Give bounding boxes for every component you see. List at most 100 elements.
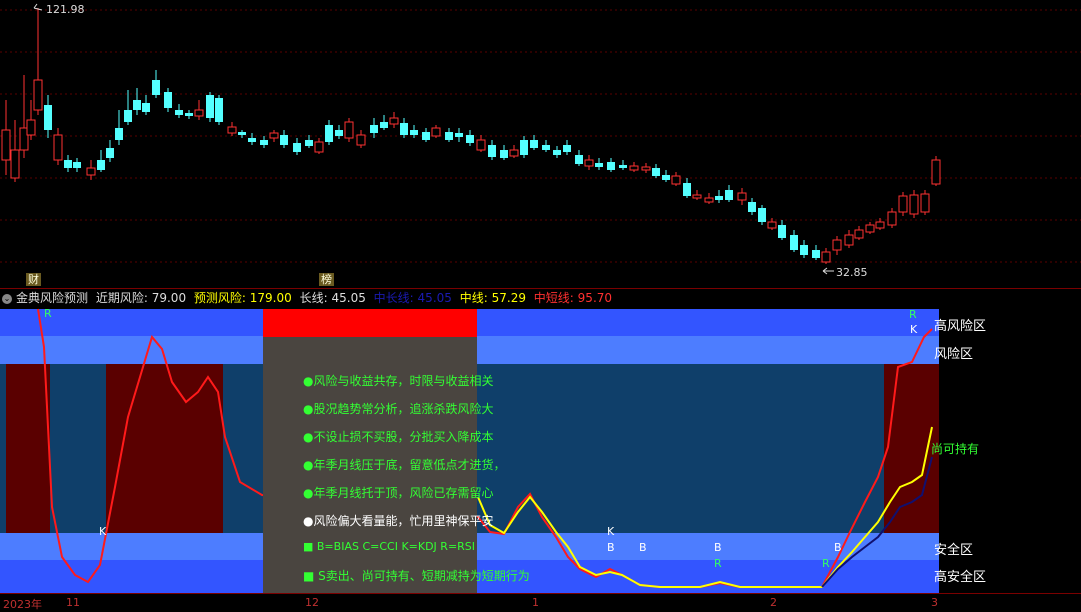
candle-body-up (931, 159, 941, 185)
candle-body-down (175, 110, 183, 115)
tip-line-8: ■ S卖出、尚可持有、短期减持为短期行为 (303, 569, 530, 583)
marker-r: R (909, 308, 917, 321)
tip-line-2: ●股况趋势常分析，追涨杀跌风险大 (303, 402, 494, 416)
candle-body-up (356, 134, 366, 146)
date-tick-mar: 3 (931, 596, 938, 609)
marker-r: R (822, 557, 830, 570)
candle-body-down (455, 133, 463, 137)
candle-body-down (790, 235, 798, 250)
date-axis: 2023年 11 12 1 2 3 (0, 593, 1081, 611)
candle-body-down (152, 80, 160, 95)
candle-body-up (692, 194, 702, 199)
candle-body-up (431, 127, 441, 137)
tip-line-1: ●风险与收益共存，时限与收益相关 (303, 374, 494, 388)
tip-line-5: ●年季月线托于顶，风险已存需留心 (303, 486, 494, 500)
date-tick-feb: 2 (770, 596, 777, 609)
candle-body-down (542, 145, 550, 150)
candle-body-down (800, 245, 808, 255)
candle-body-down (445, 132, 453, 140)
mid-long-line-value: 45.05 (417, 291, 452, 305)
candle-body-up (227, 126, 237, 134)
danger-column-2 (106, 364, 223, 533)
candle-body-down (466, 135, 474, 143)
indicator-settings-icon[interactable]: ⌄ (2, 293, 12, 304)
ranking-badge[interactable]: 榜 (319, 273, 334, 286)
marker-k: K (910, 323, 918, 336)
candle-body-down (97, 160, 105, 170)
candle-body-down (215, 98, 223, 122)
candle-body-down (400, 123, 408, 135)
marker-b: B (607, 541, 615, 554)
tip-header-bar (263, 309, 477, 337)
candle-body-up (1, 129, 11, 161)
candle-body-down (725, 190, 733, 200)
date-tick-nov: 11 (66, 596, 80, 609)
price-grid (0, 9, 1081, 263)
marker-b: B (639, 541, 647, 554)
candle-body-up (389, 117, 399, 125)
candle-body-down (530, 140, 538, 148)
candle-body-down (64, 160, 72, 168)
candle-body-up (10, 149, 20, 179)
candle-body-down (73, 162, 81, 168)
finance-badge[interactable]: 财 (26, 273, 41, 286)
candle-body-up (865, 224, 875, 233)
candle-body-down (260, 140, 268, 145)
risk-indicator-panel[interactable] (0, 307, 1081, 593)
candle-body-up (26, 119, 36, 136)
tip-line-4: ●年季月线压于底，留意低点才进货， (303, 458, 506, 472)
candle-body-down (520, 140, 528, 155)
tip-line-6: ●风险偏大看量能，忙用里神保平安 (303, 514, 494, 528)
indicator-name[interactable]: 金典风险预测 (16, 291, 88, 305)
tip-line-7: ■ B=BIAS C=CCI K=KDJ R=RSI (303, 540, 476, 553)
marker-b: B (714, 541, 722, 554)
forecast-risk-value: 179.00 (249, 291, 292, 305)
candle-body-up (584, 159, 594, 167)
candle-body-up (832, 239, 842, 251)
near-risk-label: 近期风险: (95, 291, 148, 305)
candle-body-down (325, 125, 333, 142)
candle-body-down (488, 145, 496, 157)
mid-line-label: 中线: (459, 291, 488, 305)
candle-body-down (370, 125, 378, 133)
candle-body-down (778, 225, 786, 238)
mid-line-value: 57.29 (491, 291, 526, 305)
candle-body-down (595, 163, 603, 167)
zone-label-risk: 风险区 (934, 347, 974, 362)
candle-body-down (748, 202, 756, 212)
candle-body-down (106, 148, 114, 158)
price-low-label: 32.85 (836, 266, 868, 279)
candle-body-up (704, 197, 714, 203)
danger-column-1 (6, 364, 50, 533)
candle-body-down (563, 145, 571, 152)
zone-label-high-safe: 高安全区 (934, 570, 987, 585)
date-tick-jan: 1 (532, 596, 539, 609)
candle-body-up (86, 167, 96, 176)
candle-body-up (641, 166, 651, 171)
candle-body-up (898, 195, 908, 213)
candle-body-down (305, 140, 313, 146)
candle-body-up (909, 194, 919, 215)
candle-body-up (314, 141, 324, 153)
candle-body-up (737, 192, 747, 201)
forecast-risk-label: 预测风险: (193, 291, 246, 305)
candlestick-price-chart[interactable]: 121.98 32.85 (0, 0, 1081, 288)
high-arrow-icon (33, 3, 43, 11)
date-tick-dec: 12 (305, 596, 319, 609)
candle-body-down (280, 135, 288, 145)
candle-body-up (671, 175, 681, 185)
candle-body-down (142, 103, 150, 112)
candle-body-down (758, 208, 766, 222)
candle-body-down (124, 110, 132, 122)
candle-body-down (410, 130, 418, 135)
mid-short-line-value: 95.70 (577, 291, 613, 305)
candle-body-down (115, 128, 123, 140)
zone-label-hold: 尚可持有 (931, 442, 980, 456)
indicator-header: ⌄ 金典风险预测 近期风险: 79.00 预测风险: 179.00 长线: 45.… (0, 288, 1081, 307)
marker-k: K (607, 525, 615, 538)
candle-body-up (344, 121, 354, 139)
candle-body-up (844, 234, 854, 246)
candle-body-up (875, 221, 885, 229)
long-line-value: 45.05 (331, 291, 366, 305)
near-risk-value: 79.00 (151, 291, 187, 305)
